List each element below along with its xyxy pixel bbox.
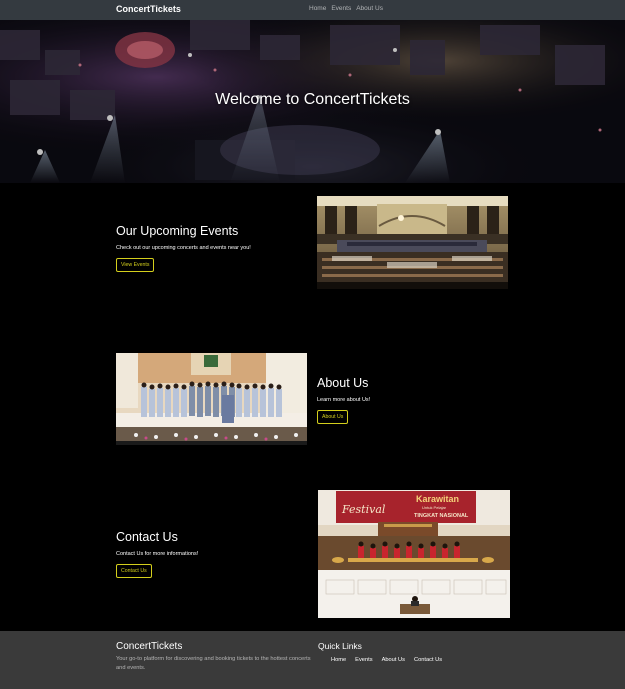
concert-hall-image xyxy=(317,196,508,289)
footer-link-contact[interactable]: Contact Us xyxy=(414,657,442,663)
contact-section-text: Contact Us Contact Us for more informati… xyxy=(116,530,306,579)
nav-link-home[interactable]: Home xyxy=(309,5,326,12)
nav-link-about[interactable]: About Us xyxy=(356,5,383,12)
footer-link-about[interactable]: About Us xyxy=(382,657,405,663)
footer: ConcertTickets Your go-to platform for d… xyxy=(0,631,625,689)
karawitan-festival-image: Festival Karawitan Untuk Pelajar TINGKAT… xyxy=(318,490,510,618)
banner-subtitle: Untuk Pelajar xyxy=(422,505,447,510)
banner-script-text: Festival xyxy=(341,503,386,516)
quick-links-title: Quick Links xyxy=(318,641,362,651)
choir-image xyxy=(116,353,307,445)
about-description: Learn more about Us! xyxy=(317,396,371,403)
hero-banner: Welcome to ConcertTickets xyxy=(0,20,625,183)
contact-description: Contact Us for more informations! xyxy=(116,550,199,557)
footer-description: Your go-to platform for discovering and … xyxy=(116,656,311,671)
view-events-button[interactable]: View Events xyxy=(116,258,155,273)
events-heading: Our Upcoming Events xyxy=(116,224,239,238)
quick-links: Home Events About Us Contact Us xyxy=(331,657,442,663)
contact-heading: Contact Us xyxy=(116,530,178,544)
about-section-text: About Us Learn more about Us! About Us xyxy=(317,376,507,425)
navbar: ConcertTickets Home Events About Us xyxy=(0,0,625,20)
hero-title: Welcome to ConcertTickets xyxy=(215,91,410,108)
contact-us-button[interactable]: Contact Us xyxy=(116,564,152,579)
about-us-button[interactable]: About Us xyxy=(317,410,349,425)
events-section-text: Our Upcoming Events Check out our upcomi… xyxy=(116,224,306,273)
about-heading: About Us xyxy=(317,376,369,390)
events-description: Check out our upcoming concerts and even… xyxy=(116,244,251,251)
nav-link-events[interactable]: Events xyxy=(331,5,351,12)
footer-link-home[interactable]: Home xyxy=(331,657,346,663)
banner-tagline: TINGKAT NASIONAL xyxy=(414,513,469,519)
nav-links: Home Events About Us xyxy=(309,5,383,12)
navbar-brand[interactable]: ConcertTickets xyxy=(116,4,181,14)
banner-title: Karawitan xyxy=(416,494,459,504)
footer-link-events[interactable]: Events xyxy=(355,657,372,663)
footer-brand: ConcertTickets xyxy=(116,641,183,652)
